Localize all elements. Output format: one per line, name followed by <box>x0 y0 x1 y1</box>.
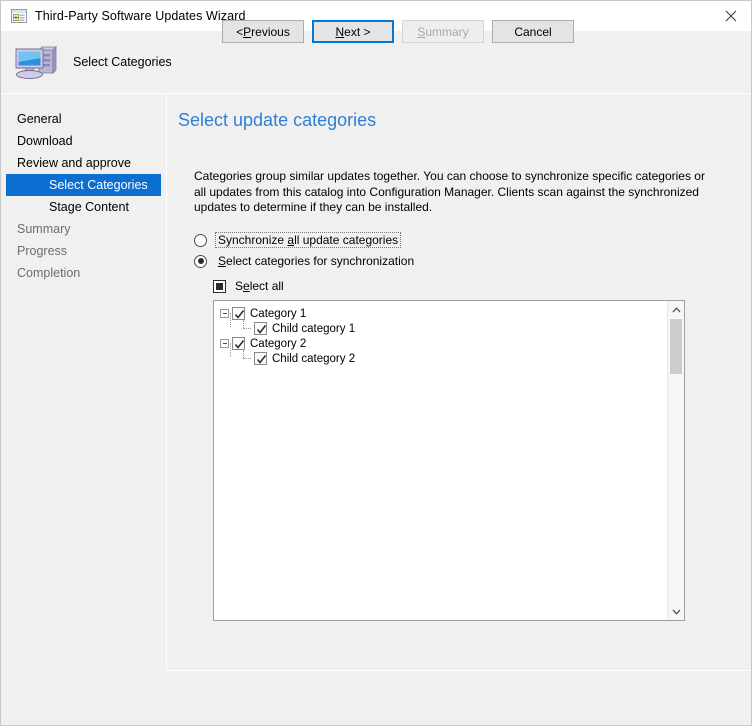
sidebar-item-completion[interactable]: Completion <box>1 262 166 284</box>
sidebar-item-general[interactable]: General <box>1 108 166 130</box>
chevron-up-icon[interactable] <box>668 301 684 318</box>
header-title: Select Categories <box>73 55 172 69</box>
radio-sync-all-categories[interactable]: Synchronize all update categories <box>194 232 402 248</box>
checkbox-checked-icon[interactable] <box>254 352 267 365</box>
tree-scrollbar[interactable] <box>667 301 684 620</box>
tree-connector-line <box>230 313 232 327</box>
footer-left-filler <box>1 671 167 725</box>
computer-icon <box>13 42 57 82</box>
tree-row[interactable]: Category 1 <box>220 306 667 321</box>
tree-row[interactable]: Child category 1 <box>220 313 667 336</box>
previous-button[interactable]: < Previous <box>222 20 304 43</box>
content-pane: Select update categories Categories grou… <box>167 94 751 670</box>
cancel-button[interactable]: Cancel <box>492 20 574 43</box>
checkbox-checked-icon[interactable] <box>254 322 267 335</box>
tree-connector-icon <box>242 350 252 363</box>
sidebar-item-review-and-approve[interactable]: Review and approve <box>1 152 166 174</box>
sidebar-item-summary[interactable]: Summary <box>1 218 166 240</box>
radio-mark-selected <box>194 254 207 268</box>
sidebar-item-stage-content[interactable]: Stage Content <box>1 196 166 218</box>
summary-button[interactable]: Summary <box>402 20 484 43</box>
radio-select-categories[interactable]: Select categories for synchronization <box>194 253 417 269</box>
tree-row[interactable]: Child category 2 <box>220 343 667 366</box>
radio-select-categories-label: Select categories for synchronization <box>218 254 415 268</box>
scrollbar-thumb[interactable] <box>670 319 682 374</box>
tree-connector-icon <box>242 320 252 333</box>
tree-label: Category 2 <box>250 337 307 350</box>
chevron-down-icon[interactable] <box>668 603 684 620</box>
tree-row[interactable]: Category 2 <box>220 336 667 351</box>
window-plus-icon <box>11 9 27 23</box>
footer-bar <box>167 671 751 725</box>
checkbox-indeterminate-icon <box>213 279 226 293</box>
page-title: Select update categories <box>178 110 377 130</box>
categories-tree-panel[interactable]: Category 1 Child category 1 Category 2 C… <box>213 300 685 621</box>
sidebar-item-progress[interactable]: Progress <box>1 240 166 262</box>
radio-sync-all-label: Synchronize all update categories <box>215 232 402 248</box>
categories-tree: Category 1 Child category 1 Category 2 C… <box>214 301 667 620</box>
wizard-window: Third-Party Software Updates Wizard Sele… <box>0 0 752 726</box>
tree-connector-line <box>230 343 232 357</box>
next-button[interactable]: Next > <box>312 20 394 43</box>
sidebar-item-download[interactable]: Download <box>1 130 166 152</box>
expander-minus-icon[interactable] <box>220 339 229 348</box>
tree-label: Category 1 <box>250 307 307 320</box>
select-all-checkbox[interactable]: Select all <box>213 279 284 293</box>
checkbox-checked-icon[interactable] <box>232 307 245 320</box>
sidebar-item-select-categories[interactable]: Select Categories <box>6 174 161 196</box>
wizard-steps-nav: General Download Review and approve Sele… <box>1 108 166 284</box>
expander-minus-icon[interactable] <box>220 309 229 318</box>
page-description: Categories group similar updates togethe… <box>194 169 705 214</box>
wizard-sidebar: General Download Review and approve Sele… <box>1 94 166 670</box>
close-icon[interactable] <box>709 1 751 31</box>
radio-mark-unselected <box>194 233 207 247</box>
tree-label: Child category 1 <box>272 322 356 335</box>
window-title: Third-Party Software Updates Wizard <box>35 9 246 23</box>
tree-label: Child category 2 <box>272 352 356 365</box>
checkbox-checked-icon[interactable] <box>232 337 245 350</box>
select-all-label: Select all <box>235 279 284 293</box>
